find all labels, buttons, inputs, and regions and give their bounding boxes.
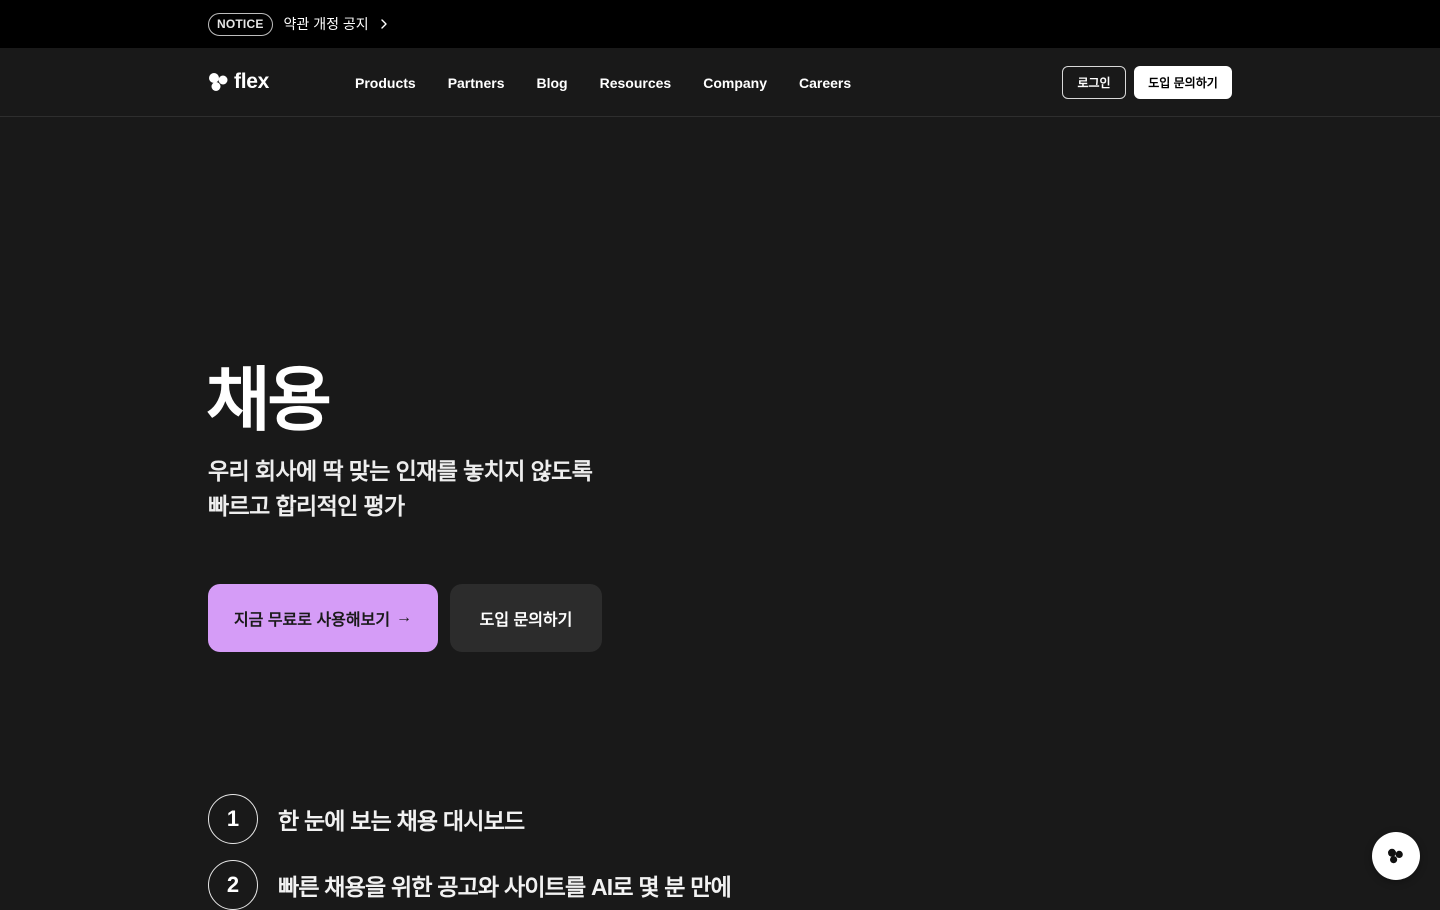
nav-item-partners[interactable]: Partners <box>448 75 505 91</box>
try-free-button[interactable]: 지금 무료로 사용해보기 → <box>208 584 438 652</box>
feature-number: 2 <box>208 860 258 910</box>
site-header: flex Products Partners Blog Resources Co… <box>0 48 1440 117</box>
notice-text[interactable]: 약관 개정 공지 <box>284 14 369 34</box>
nav-item-products[interactable]: Products <box>355 75 416 91</box>
flex-logo-icon <box>209 73 228 91</box>
nav-item-resources[interactable]: Resources <box>600 75 672 91</box>
logo-text: flex <box>234 70 269 93</box>
nav-item-blog[interactable]: Blog <box>537 75 568 91</box>
hero-inquiry-button[interactable]: 도입 문의하기 <box>450 584 602 652</box>
flex-logo-icon <box>1388 848 1403 864</box>
feature-item-2[interactable]: 2 빠른 채용을 위한 공고와 사이트를 AI로 몇 분 만에 <box>208 860 732 910</box>
inquiry-button[interactable]: 도입 문의하기 <box>1134 66 1232 99</box>
feature-label: 빠른 채용을 위한 공고와 사이트를 AI로 몇 분 만에 <box>278 874 732 900</box>
try-free-label: 지금 무료로 사용해보기 <box>233 612 391 629</box>
hero-subtitle-line-1: 우리 회사에 딱 맞는 인재를 놓치지 않도록 <box>208 458 593 484</box>
arrow-right-icon: → <box>396 609 413 626</box>
feature-number: 1 <box>208 794 258 844</box>
chevron-right-icon <box>380 19 387 29</box>
notice-badge: NOTICE <box>208 12 273 36</box>
notice-bar: NOTICE 약관 개정 공지 <box>0 0 1440 48</box>
nav-item-careers[interactable]: Careers <box>799 75 851 91</box>
logo[interactable]: flex <box>208 69 269 95</box>
notice-link[interactable]: NOTICE 약관 개정 공지 <box>208 12 391 36</box>
floating-chat-button[interactable] <box>1372 832 1420 880</box>
feature-item-1[interactable]: 1 한 눈에 보는 채용 대시보드 <box>208 794 525 844</box>
page-title: 채용 <box>206 361 332 439</box>
hero-subtitle: 우리 회사에 딱 맞는 인재를 놓치지 않도록 빠르고 합리적인 평가 <box>208 454 728 524</box>
nav-item-company[interactable]: Company <box>703 75 767 91</box>
hero-subtitle-line-2: 빠르고 합리적인 평가 <box>208 493 405 519</box>
main-nav: Products Partners Blog Resources Company… <box>355 72 883 94</box>
login-button[interactable]: 로그인 <box>1062 66 1126 99</box>
feature-label: 한 눈에 보는 채용 대시보드 <box>278 808 525 834</box>
